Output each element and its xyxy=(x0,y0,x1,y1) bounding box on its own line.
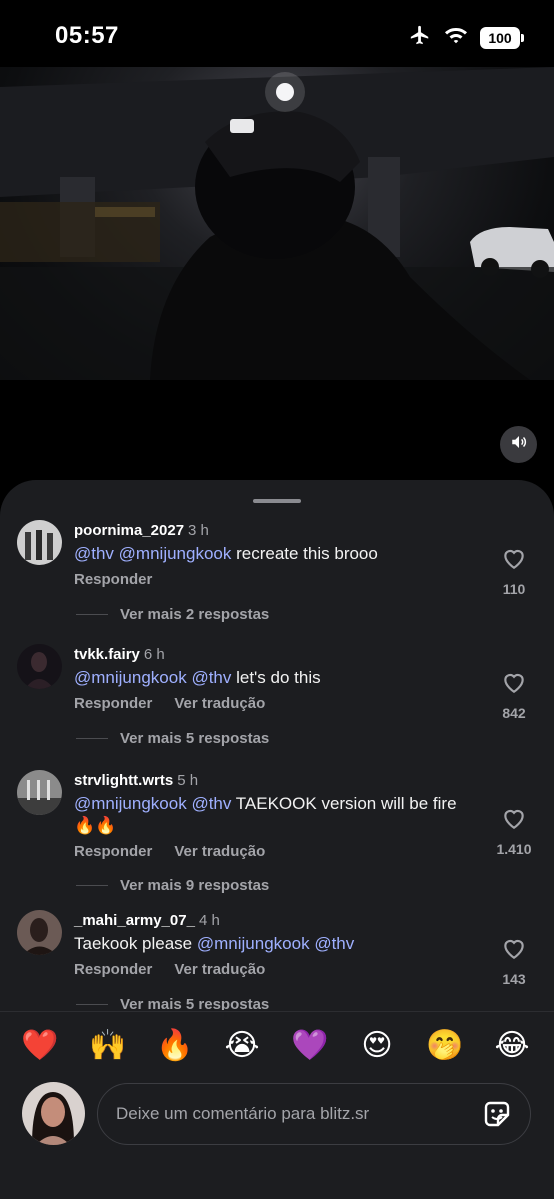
mention-link[interactable]: @mnijungkook xyxy=(74,668,187,687)
comments-sheet: poornima_2027 3 h @thv @mnijungkook recre… xyxy=(0,480,554,1199)
video-player[interactable] xyxy=(0,67,554,380)
status-bar: 05:57 100 xyxy=(0,0,554,66)
view-more-replies[interactable]: Ver mais 2 respostas xyxy=(76,606,269,623)
comment-text: @thv @mnijungkook recreate this brooo xyxy=(74,543,474,565)
view-more-replies[interactable]: Ver mais 5 respostas xyxy=(76,996,269,1010)
commenter-avatar[interactable] xyxy=(17,520,62,565)
airplane-mode-icon xyxy=(408,24,432,51)
commenter-username[interactable]: tvkk.fairy 6 h xyxy=(74,646,165,663)
emoji-loudly-crying[interactable]: 😭 xyxy=(222,1026,262,1066)
mention-link[interactable]: @thv xyxy=(74,544,114,563)
comment-text: Taekook please @mnijungkook @thv xyxy=(74,933,474,955)
emoji-fire[interactable]: 🔥 xyxy=(155,1026,195,1066)
heart-outline-icon xyxy=(504,809,524,830)
commenter-avatar[interactable] xyxy=(17,770,62,815)
status-icons: 100 xyxy=(408,24,524,51)
heart-outline-icon xyxy=(504,673,524,694)
like-button[interactable]: 143 xyxy=(494,936,534,987)
mention-link[interactable]: @thv xyxy=(314,934,354,953)
see-translation-button[interactable]: Ver tradução xyxy=(174,961,265,978)
sticker-icon[interactable] xyxy=(480,1097,514,1131)
comment-actions: Responder Ver tradução xyxy=(74,843,265,860)
emoji-heart-eyes[interactable]: 😍 xyxy=(357,1026,397,1066)
divider xyxy=(0,1011,554,1012)
heart-outline-icon xyxy=(504,939,524,960)
comment-text-segment: recreate this brooo xyxy=(231,544,378,563)
comment-text-segment: let's do this xyxy=(231,668,321,687)
mention-link[interactable]: @mnijungkook xyxy=(119,544,232,563)
comment-timestamp: 3 h xyxy=(188,522,209,539)
comment-timestamp: 4 h xyxy=(198,912,220,929)
commenter-username[interactable]: poornima_2027 3 h xyxy=(74,522,209,539)
reply-button[interactable]: Responder xyxy=(74,843,152,860)
see-translation-button[interactable]: Ver tradução xyxy=(174,695,265,712)
like-button[interactable]: 1.410 xyxy=(494,806,534,857)
comment-text: @mnijungkook @thv let's do this xyxy=(74,667,474,689)
comment-list[interactable]: poornima_2027 3 h @thv @mnijungkook recre… xyxy=(0,510,554,1010)
comment-timestamp: 6 h xyxy=(143,646,165,663)
comment-timestamp: 5 h xyxy=(177,772,199,789)
like-count: 143 xyxy=(502,971,526,987)
emoji-hand-over-mouth[interactable]: 🤭 xyxy=(425,1026,465,1066)
like-button[interactable]: 110 xyxy=(494,546,534,597)
comment-input[interactable]: Deixe um comentário para blitz.sr xyxy=(97,1083,531,1145)
comment-actions: Responder Ver tradução xyxy=(74,961,265,978)
video-frame xyxy=(0,67,554,380)
heart-outline-icon xyxy=(504,549,524,570)
current-user-avatar xyxy=(22,1082,85,1145)
view-more-replies[interactable]: Ver mais 5 respostas xyxy=(76,730,269,747)
sheet-drag-handle[interactable] xyxy=(253,499,301,503)
commenter-username[interactable]: _mahi_army_07_ 4 h xyxy=(74,912,220,929)
emoji-raising-hands[interactable]: 🙌 xyxy=(88,1026,128,1066)
wifi-icon xyxy=(444,25,468,50)
reply-button[interactable]: Responder xyxy=(74,961,152,978)
mention-link[interactable]: @mnijungkook xyxy=(197,934,310,953)
speaker-icon xyxy=(510,433,528,456)
emoji-tears-of-joy[interactable]: 😂 xyxy=(492,1026,532,1066)
status-time: 05:57 xyxy=(55,22,119,49)
like-count: 110 xyxy=(502,581,526,597)
comment-actions: Responder Ver tradução xyxy=(74,695,265,712)
battery-indicator: 100 xyxy=(480,26,524,49)
comment-text: @mnijungkook @thv TAEKOOK version will b… xyxy=(74,793,474,837)
emoji-purple-heart[interactable]: 💜 xyxy=(290,1026,330,1066)
like-button[interactable]: 842 xyxy=(494,670,534,721)
emoji-red-heart[interactable]: ❤️ xyxy=(20,1026,60,1066)
mention-link[interactable]: @thv xyxy=(191,668,231,687)
like-count: 842 xyxy=(502,705,526,721)
see-translation-button[interactable]: Ver tradução xyxy=(174,843,265,860)
like-count: 1.410 xyxy=(496,841,532,857)
reply-button[interactable]: Responder xyxy=(74,571,152,588)
sound-toggle-button[interactable] xyxy=(500,426,537,463)
mention-link[interactable]: @mnijungkook xyxy=(74,794,187,813)
commenter-avatar[interactable] xyxy=(17,644,62,689)
view-more-replies[interactable]: Ver mais 9 respostas xyxy=(76,877,269,894)
commenter-username[interactable]: strvlightt.wrts 5 h xyxy=(74,772,198,789)
comment-input-placeholder: Deixe um comentário para blitz.sr xyxy=(116,1104,370,1123)
reply-button[interactable]: Responder xyxy=(74,695,152,712)
quick-reactions-row: ❤️ 🙌 🔥 😭 💜 😍 🤭 😂 xyxy=(0,1026,554,1066)
mention-link[interactable]: @thv xyxy=(191,794,231,813)
comment-actions: Responder xyxy=(74,571,152,588)
commenter-avatar[interactable] xyxy=(17,910,62,955)
comment-text-segment: Taekook please xyxy=(74,934,197,953)
